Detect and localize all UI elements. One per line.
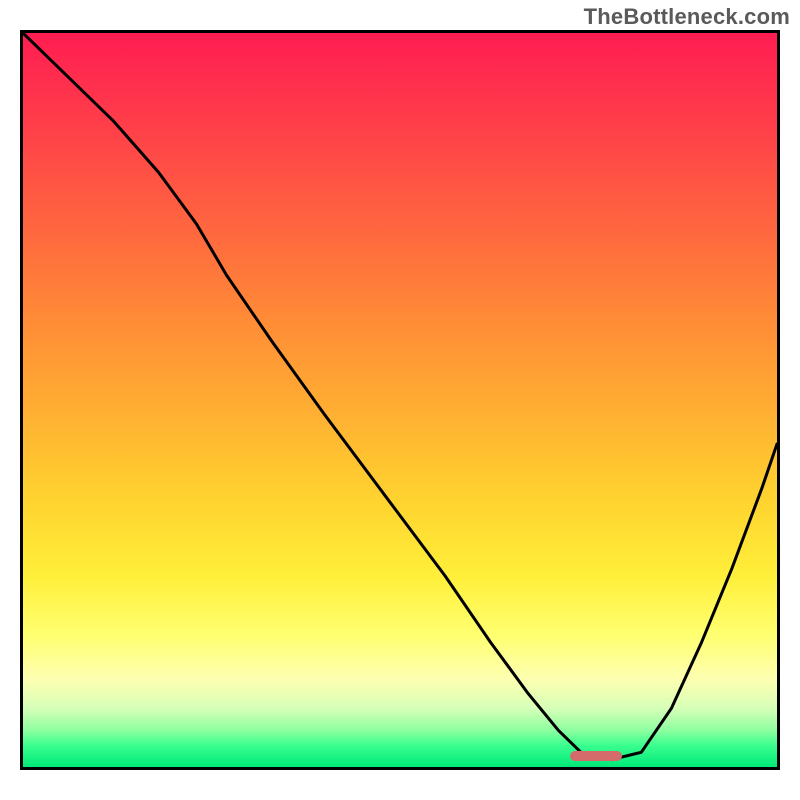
bottleneck-curve [23, 33, 777, 767]
bottleneck-curve-path [23, 33, 777, 760]
plot-frame [20, 30, 780, 770]
chart-stage: TheBottleneck.com [0, 0, 800, 800]
watermark-text: TheBottleneck.com [584, 4, 790, 30]
optimal-marker [570, 751, 623, 761]
